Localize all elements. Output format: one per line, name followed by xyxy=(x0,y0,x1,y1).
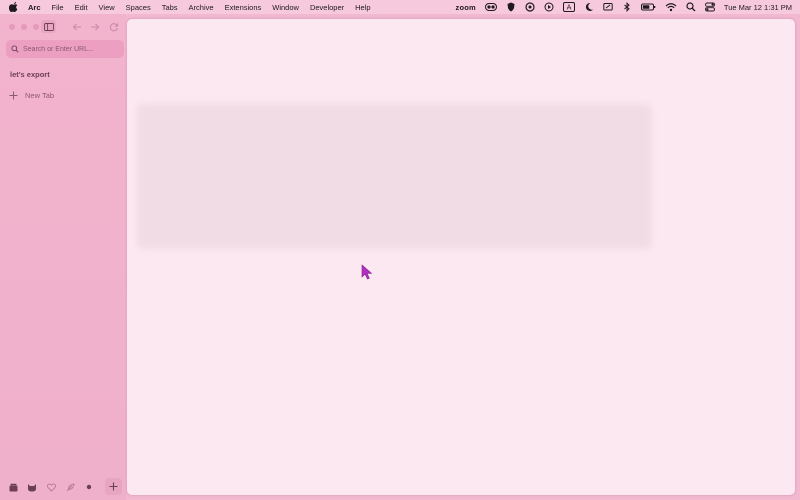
url-input[interactable] xyxy=(23,45,118,53)
zoom-status-label[interactable]: zoom xyxy=(456,3,476,12)
menu-archive[interactable]: Archive xyxy=(189,3,214,12)
minimize-window-button[interactable] xyxy=(21,24,27,30)
spaces-bar xyxy=(8,478,122,495)
new-tab-button[interactable]: New Tab xyxy=(9,91,54,100)
archive-icon[interactable] xyxy=(8,482,18,492)
mouse-cursor-icon xyxy=(361,264,373,280)
blurred-content-area xyxy=(137,104,652,249)
zoom-meter-icon[interactable] xyxy=(484,2,497,12)
moon-icon[interactable] xyxy=(584,2,594,12)
control-center-icon[interactable] xyxy=(704,2,715,12)
dot-space-icon[interactable] xyxy=(84,482,94,492)
space-title[interactable]: let's export xyxy=(10,70,50,79)
menu-view[interactable]: View xyxy=(99,3,115,12)
arrow-left-icon xyxy=(72,23,81,31)
zoom-window-button[interactable] xyxy=(33,24,39,30)
chat-icon[interactable] xyxy=(525,2,535,12)
screen-share-icon[interactable] xyxy=(603,2,613,12)
forward-button[interactable] xyxy=(89,21,101,33)
plus-icon xyxy=(9,91,18,100)
svg-text:A: A xyxy=(567,4,572,12)
url-search-bar[interactable] xyxy=(6,40,124,58)
shield-icon[interactable] xyxy=(506,2,516,12)
reload-icon xyxy=(109,23,119,32)
wifi-icon[interactable] xyxy=(665,2,677,12)
search-icon[interactable] xyxy=(686,2,696,12)
apple-icon[interactable] xyxy=(9,2,19,12)
menu-file[interactable]: File xyxy=(52,3,64,12)
toggle-sidebar-button[interactable] xyxy=(41,20,56,33)
add-space-icon xyxy=(109,482,118,491)
menu-bar: Arc File Edit View Spaces Tabs Archive E… xyxy=(0,0,800,14)
play-icon[interactable] xyxy=(544,2,554,12)
battery-icon[interactable] xyxy=(640,2,656,12)
menu-extensions[interactable]: Extensions xyxy=(225,3,262,12)
menu-edit[interactable]: Edit xyxy=(75,3,88,12)
feather-space-icon[interactable] xyxy=(65,482,75,492)
add-space-button[interactable] xyxy=(105,478,122,495)
sidebar-icon xyxy=(43,22,54,31)
menu-spaces[interactable]: Spaces xyxy=(126,3,151,12)
web-content-pane[interactable] xyxy=(127,19,795,495)
new-tab-label: New Tab xyxy=(25,91,55,100)
bluetooth-icon[interactable] xyxy=(622,2,632,12)
sidebar: let's export New Tab xyxy=(0,14,126,500)
menu-tabs[interactable]: Tabs xyxy=(162,3,178,12)
menu-window[interactable]: Window xyxy=(272,3,299,12)
menu-app-arc[interactable]: Arc xyxy=(28,3,41,12)
menu-developer[interactable]: Developer xyxy=(310,3,344,12)
a-keyboard-icon[interactable]: A xyxy=(562,2,575,12)
close-window-button[interactable] xyxy=(9,24,15,30)
menubar-clock[interactable]: Tue Mar 12 1:31 PM xyxy=(724,3,792,12)
cat-space-icon[interactable] xyxy=(27,482,37,492)
reload-button[interactable] xyxy=(108,21,120,33)
window-controls xyxy=(9,24,45,30)
arrow-right-icon xyxy=(91,23,100,31)
heart-space-icon[interactable] xyxy=(46,482,56,492)
search-icon xyxy=(11,45,19,53)
menu-help[interactable]: Help xyxy=(355,3,370,12)
back-button[interactable] xyxy=(71,21,83,33)
